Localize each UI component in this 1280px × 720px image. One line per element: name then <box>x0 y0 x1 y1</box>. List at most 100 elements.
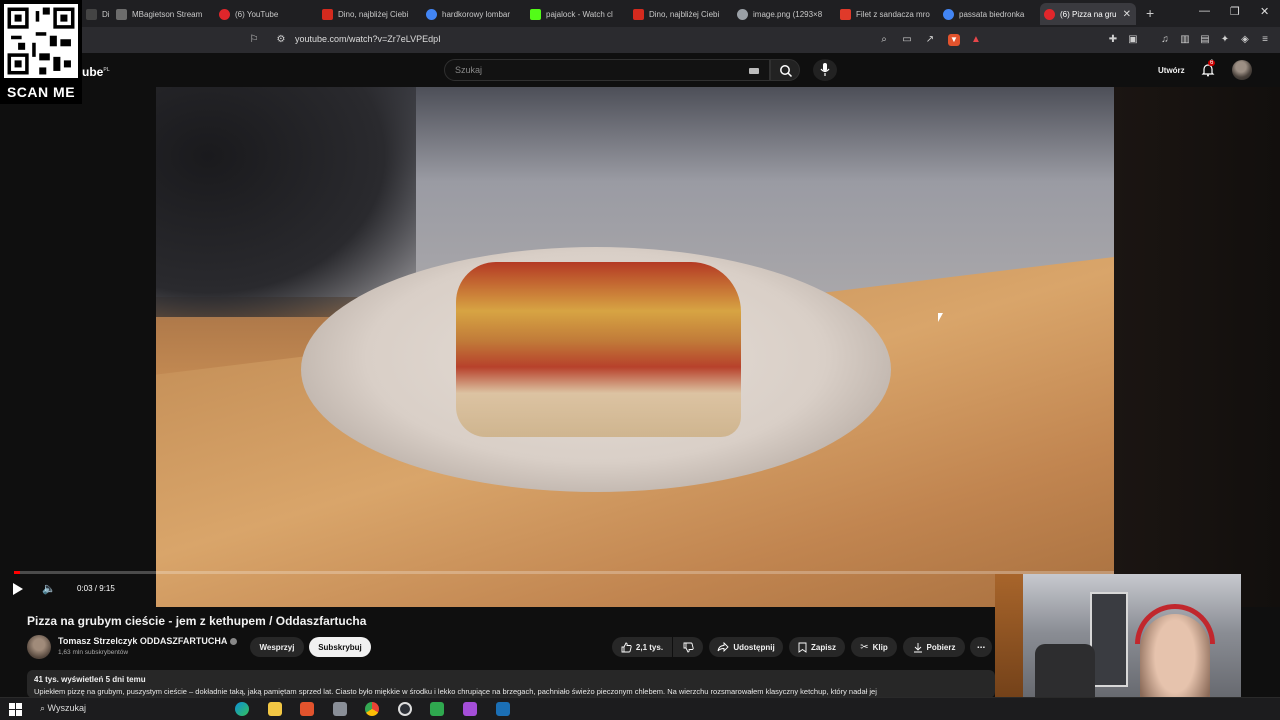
app-icon[interactable] <box>333 702 347 716</box>
clip-button[interactable]: ✂ Klip <box>851 637 897 657</box>
site-settings-icon[interactable]: ⚙ <box>275 34 287 46</box>
close-tab-icon[interactable]: ✕ <box>1123 9 1131 20</box>
tab-active[interactable]: (6) Pizza na gru ✕ <box>1040 3 1136 25</box>
search-icon <box>780 65 793 78</box>
media-player-icon[interactable] <box>430 702 444 716</box>
tab-label: Dino, najbliżej Ciebi <box>649 9 720 19</box>
description-box[interactable]: 41 tys. wyświetleń 5 dni temu Upiekłem p… <box>27 670 995 698</box>
url-field[interactable]: youtube.com/watch?v=Zr7eLVPEdpI <box>295 34 441 44</box>
tab-2[interactable]: (6) YouTube <box>215 3 315 25</box>
tab-7[interactable]: image.png (1293×8 <box>733 3 829 25</box>
media-icon[interactable]: ♫ <box>1159 34 1171 46</box>
brave-icon[interactable] <box>300 702 314 716</box>
new-tab-button[interactable]: + <box>1146 5 1154 21</box>
description-text: Upiekłem pizzę na grubym, puszystym cieś… <box>34 687 877 696</box>
file-explorer-icon[interactable] <box>268 702 282 716</box>
more-actions-button[interactable]: ⋯ <box>970 637 992 657</box>
restore-icon[interactable]: ❐ <box>1230 5 1240 18</box>
tab-3[interactable]: Dino, najbliżej Ciebi <box>318 3 414 25</box>
cast-icon[interactable]: ▭ <box>901 34 913 46</box>
support-button[interactable]: Wesprzyj <box>250 637 304 657</box>
voice-search-button[interactable] <box>813 59 837 81</box>
chat-app-icon[interactable] <box>463 702 477 716</box>
vpn-icon[interactable]: ◈ <box>1239 34 1251 46</box>
share-arrow-icon <box>717 642 729 652</box>
left-dark-area <box>0 87 156 607</box>
sidebar-icon[interactable]: ▥ <box>1179 34 1191 46</box>
windows-taskbar: ⌕ Wyszukaj <box>0 697 1280 720</box>
search-input[interactable]: Szukaj <box>455 65 482 75</box>
thumbs-down-icon <box>683 642 694 652</box>
screenshot-icon[interactable]: ▣ <box>1127 34 1139 46</box>
download-label: Pobierz <box>926 642 956 652</box>
search-button[interactable] <box>770 59 800 81</box>
channel-avatar[interactable] <box>27 635 51 659</box>
download-icon <box>913 642 922 652</box>
tab-5[interactable]: pajalock - Watch cl <box>526 3 622 25</box>
create-button[interactable]: Utwórz <box>1158 66 1185 75</box>
tab-1[interactable]: MBagietson Stream <box>112 3 208 25</box>
extensions-icon[interactable]: ✚ <box>1107 34 1119 46</box>
dislike-button[interactable] <box>673 637 703 657</box>
video-player[interactable] <box>156 87 1114 607</box>
youtube-favicon-icon <box>1044 8 1055 20</box>
tab-4[interactable]: hardkorowy lombar <box>422 3 518 25</box>
video-title: Pizza na grubym cieście - jem z kethupem… <box>27 614 367 628</box>
tab-6[interactable]: Dino, najbliżej Ciebi <box>629 3 725 25</box>
download-button[interactable]: Pobierz <box>903 637 965 657</box>
play-icon[interactable] <box>13 583 23 595</box>
video-progress-bar[interactable] <box>14 571 1114 574</box>
zoom-icon[interactable]: ⌕ <box>878 34 890 46</box>
tab-favicon-icon <box>633 8 644 20</box>
channel-name[interactable]: Tomasz Strzelczyk ODDASZFARTUCHA <box>58 636 238 646</box>
bookmark-icon[interactable]: ⚐ <box>248 34 260 46</box>
account-avatar[interactable] <box>1232 60 1252 80</box>
right-dark-area <box>1114 87 1280 607</box>
share-icon[interactable]: ↗ <box>924 34 936 46</box>
taskbar-search[interactable]: ⌕ Wyszukaj <box>40 703 86 714</box>
mouse-cursor-icon <box>938 313 943 322</box>
share-button[interactable]: Udostępnij <box>709 637 783 657</box>
tab-label: Filet z sandacza mro <box>856 9 930 19</box>
clip-label: Klip <box>872 642 888 652</box>
tab-favicon-icon <box>116 8 127 20</box>
address-bar: ⚐ ⚙ youtube.com/watch?v=Zr7eLVPEdpI ⌕ ▭ … <box>0 27 1280 53</box>
obs-icon[interactable] <box>398 702 412 716</box>
keyboard-icon[interactable] <box>749 68 759 74</box>
verified-icon <box>230 638 238 646</box>
steam-icon[interactable] <box>496 702 510 716</box>
tab-label: (6) Pizza na gru <box>1060 9 1117 19</box>
tab-8[interactable]: Filet z sandacza mro <box>836 3 932 25</box>
wallet-icon[interactable]: ▤ <box>1199 34 1211 46</box>
edge-icon[interactable] <box>235 702 249 716</box>
close-window-icon[interactable]: ✕ <box>1260 5 1269 18</box>
minimize-icon[interactable]: — <box>1199 5 1210 17</box>
leo-ai-icon[interactable]: ✦ <box>1219 34 1231 46</box>
qr-overlay: SCAN ME <box>0 0 82 104</box>
kick-favicon-icon <box>530 8 541 20</box>
brave-rewards-icon[interactable]: ▲ <box>970 34 982 46</box>
tab-0[interactable]: Di <box>82 3 112 25</box>
tab-label: passata biedronka <box>959 9 1025 19</box>
image-favicon-icon <box>737 8 748 20</box>
save-button[interactable]: Zapisz <box>789 637 845 657</box>
windows-start-icon[interactable] <box>9 703 22 716</box>
menu-icon[interactable]: ≡ <box>1259 34 1271 46</box>
browser-tab-strip: Di MBagietson Stream (6) YouTube Dino, n… <box>0 0 1280 27</box>
search-box[interactable]: Szukaj <box>444 59 770 81</box>
brave-shields-icon[interactable]: ▼ <box>948 34 960 46</box>
views-and-date: 41 tys. wyświetleń 5 dni temu <box>34 675 146 684</box>
tab-label: MBagietson Stream <box>132 9 203 19</box>
volume-icon[interactable]: 🔈 <box>42 582 56 595</box>
webcam-headset <box>1135 604 1215 644</box>
tab-label: hardkorowy lombar <box>442 9 511 19</box>
subscribe-button[interactable]: Subskrybuj <box>309 637 371 657</box>
like-button[interactable]: 2,1 tys. <box>612 637 672 657</box>
time-display: 0:03 / 9:15 <box>77 584 115 593</box>
tab-9[interactable]: passata biedronka <box>939 3 1035 25</box>
chrome-icon[interactable] <box>365 702 379 716</box>
youtube-logo[interactable]: ubePL <box>82 65 110 79</box>
youtube-favicon-icon <box>219 8 230 20</box>
qr-code-icon <box>4 4 78 78</box>
thumbs-up-icon <box>621 642 632 652</box>
